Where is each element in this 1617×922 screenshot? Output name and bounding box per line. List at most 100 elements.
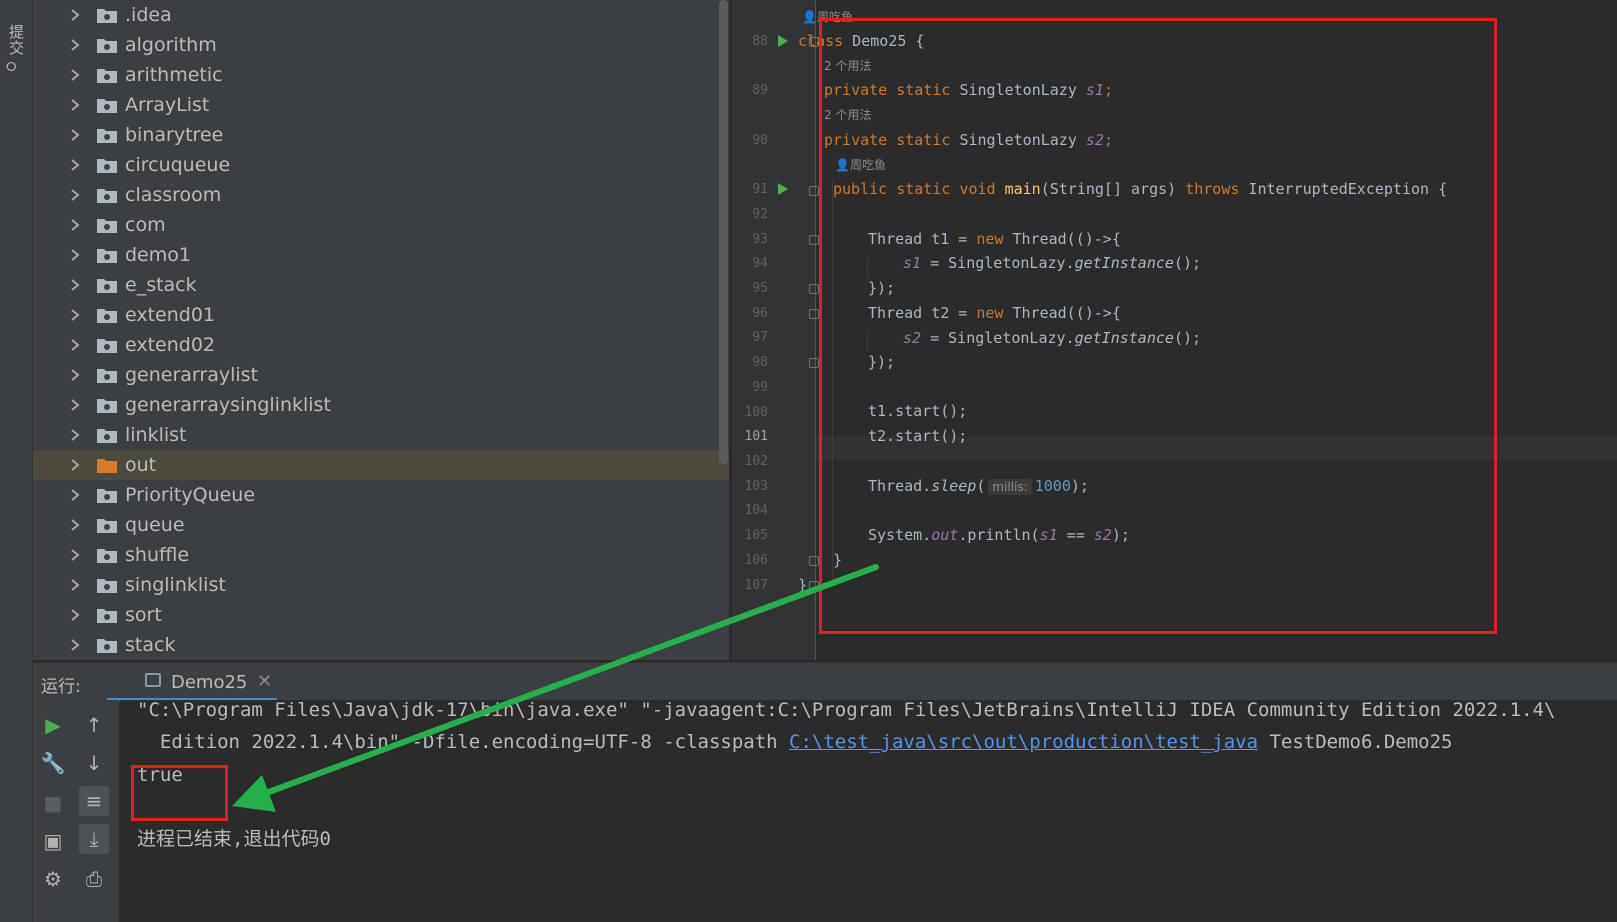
chevron-right-icon[interactable] <box>69 540 81 570</box>
chevron-right-icon[interactable] <box>69 180 81 210</box>
editor-gutter: 88 89 90 91 92 93 94 95 96 97 98 99 100 101 102 103 104 1… <box>732 0 819 660</box>
line-number-90[interactable]: 90 <box>732 132 768 150</box>
wrench-icon[interactable]: 🔧 <box>38 748 68 778</box>
fold-icon[interactable] <box>809 309 819 319</box>
line-number-89[interactable]: 89 <box>732 82 768 100</box>
chevron-right-icon[interactable] <box>69 30 81 60</box>
chevron-right-icon[interactable] <box>69 450 81 480</box>
line-number-91[interactable]: 91 <box>732 181 768 199</box>
folder-icon <box>96 457 118 478</box>
tree-item-classroom[interactable]: classroom <box>33 180 729 210</box>
close-icon[interactable]: ✕ <box>257 671 272 692</box>
run-gutter-icon[interactable] <box>778 183 788 195</box>
fold-icon[interactable] <box>809 581 819 591</box>
line-number-105[interactable]: 105 <box>732 527 768 545</box>
tree-item-extend02[interactable]: extend02 <box>33 330 729 360</box>
rerun-icon[interactable]: ▶ <box>38 710 68 740</box>
line-number-97[interactable]: 97 <box>732 329 768 347</box>
arrow-down-icon[interactable]: ↓ <box>79 748 109 778</box>
chevron-right-icon[interactable] <box>69 360 81 390</box>
scroll-to-end-icon[interactable]: ⤓ <box>79 824 109 854</box>
tree-item-arithmetic[interactable]: arithmetic <box>33 60 729 90</box>
tree-item-e-stack[interactable]: e_stack <box>33 270 729 300</box>
commit-tab[interactable]: 提交 ⭘ <box>6 24 28 84</box>
chevron-right-icon[interactable] <box>69 60 81 90</box>
code-highlight-box <box>819 18 1497 634</box>
tree-item-arraylist[interactable]: ArrayList <box>33 90 729 120</box>
line-number-104[interactable]: 104 <box>732 502 768 520</box>
tab-demo25[interactable]: Demo25 ✕ <box>107 663 277 701</box>
stop-icon[interactable]: ■ <box>38 788 68 818</box>
line-number-95[interactable]: 95 <box>732 280 768 298</box>
tree-item-singlinklist[interactable]: singlinklist <box>33 570 729 600</box>
tree-item-generarraylist[interactable]: generarraylist <box>33 360 729 390</box>
tree-item-label: PriorityQueue <box>125 484 256 506</box>
chevron-right-icon[interactable] <box>69 240 81 270</box>
arrow-up-icon[interactable]: ↑ <box>79 710 109 740</box>
tree-item-out[interactable]: out <box>33 450 729 480</box>
run-gutter-icon[interactable] <box>778 35 788 47</box>
fold-icon[interactable] <box>809 358 819 368</box>
chevron-right-icon[interactable] <box>69 0 81 30</box>
line-number-99[interactable]: 99 <box>732 379 768 397</box>
chevron-right-icon[interactable] <box>69 90 81 120</box>
tree-item-demo1[interactable]: demo1 <box>33 240 729 270</box>
line-number-92[interactable]: 92 <box>732 206 768 224</box>
chevron-right-icon[interactable] <box>69 630 81 660</box>
chevron-right-icon[interactable] <box>69 480 81 510</box>
folder-icon <box>96 397 118 418</box>
tree-item-extend01[interactable]: extend01 <box>33 300 729 330</box>
line-number-98[interactable]: 98 <box>732 354 768 372</box>
fold-icon[interactable] <box>809 235 819 245</box>
chevron-right-icon[interactable] <box>69 570 81 600</box>
settings-icon[interactable]: ⚙ <box>38 864 68 894</box>
tree-item-sort[interactable]: sort <box>33 600 729 630</box>
line-number-106[interactable]: 106 <box>732 552 768 570</box>
tree-item-label: arithmetic <box>125 64 223 86</box>
line-number-93[interactable]: 93 <box>732 231 768 249</box>
line-number-88[interactable]: 88 <box>732 33 768 51</box>
tree-item-priorityqueue[interactable]: PriorityQueue <box>33 480 729 510</box>
tree-item-queue[interactable]: queue <box>33 510 729 540</box>
chevron-right-icon[interactable] <box>69 210 81 240</box>
tree-item-linklist[interactable]: linklist <box>33 420 729 450</box>
line-number-107[interactable]: 107 <box>732 577 768 595</box>
chevron-right-icon[interactable] <box>69 600 81 630</box>
tree-scrollbar[interactable] <box>719 0 728 464</box>
line-number-103[interactable]: 103 <box>732 478 768 496</box>
chevron-right-icon[interactable] <box>69 390 81 420</box>
soft-wrap-icon[interactable]: ≡ <box>79 786 109 816</box>
line-number-94[interactable]: 94 <box>732 255 768 273</box>
folder-icon <box>96 427 118 448</box>
fold-icon[interactable] <box>809 186 819 196</box>
camera-icon[interactable]: ▣ <box>38 826 68 856</box>
tree-item-binarytree[interactable]: binarytree <box>33 120 729 150</box>
chevron-right-icon[interactable] <box>69 150 81 180</box>
chevron-right-icon[interactable] <box>69 420 81 450</box>
tree-item-com[interactable]: com <box>33 210 729 240</box>
fold-icon[interactable] <box>809 284 819 294</box>
fold-icon[interactable] <box>809 556 819 566</box>
line-number-96[interactable]: 96 <box>732 305 768 323</box>
folder-icon <box>96 157 118 178</box>
tree-item-circuqueue[interactable]: circuqueue <box>33 150 729 180</box>
line-number-102[interactable]: 102 <box>732 453 768 471</box>
chevron-right-icon[interactable] <box>69 120 81 150</box>
chevron-right-icon[interactable] <box>69 510 81 540</box>
line-number-100[interactable]: 100 <box>732 404 768 422</box>
chevron-right-icon[interactable] <box>69 270 81 300</box>
classpath-link[interactable]: C:\test_java\src\out\production\test_jav… <box>789 731 1258 753</box>
tree-item-generarraysinglinklist[interactable]: generarraysinglinklist <box>33 390 729 420</box>
tree-item-algorithm[interactable]: algorithm <box>33 30 729 60</box>
line-number-101[interactable]: 101 <box>732 428 768 446</box>
tree-item-label: shuffle <box>125 544 190 566</box>
chevron-right-icon[interactable] <box>69 330 81 360</box>
tree-item-shuffle[interactable]: shuffle <box>33 540 729 570</box>
chevron-right-icon[interactable] <box>69 300 81 330</box>
left-tool-strip: 提交 ⭘ <box>0 0 33 922</box>
console-output[interactable]: "C:\Program Files\Java\jdk-17\bin\java.e… <box>120 700 1617 922</box>
tree-item-label: e_stack <box>125 274 197 296</box>
tree-item-stack[interactable]: stack <box>33 630 729 660</box>
print-icon[interactable]: ⎙ <box>79 864 109 894</box>
tree-item-idea[interactable]: .idea <box>33 0 729 30</box>
